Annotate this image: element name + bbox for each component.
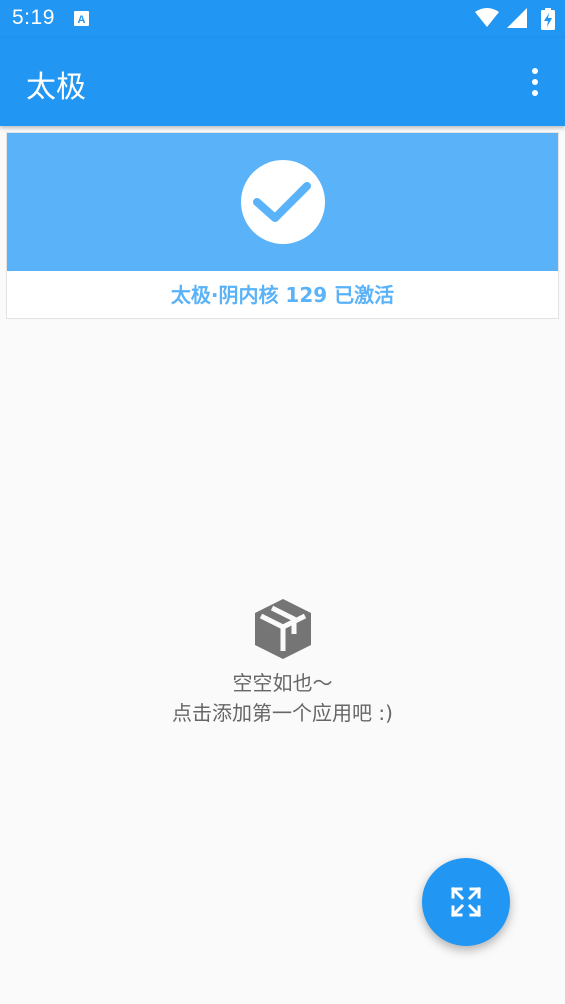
empty-title: 空空如也～ xyxy=(232,671,333,695)
package-icon xyxy=(254,599,311,659)
add-app-fab[interactable] xyxy=(422,858,510,946)
empty-hint: 点击添加第一个应用吧 :) xyxy=(172,701,393,725)
activation-status-text: 太极·阴内核 129 已激活 xyxy=(170,283,395,307)
battery-charging-icon xyxy=(541,8,555,30)
status-bar: 5:19 A xyxy=(0,0,565,38)
status-card-banner xyxy=(7,133,558,271)
status-time: 5:19 xyxy=(12,6,55,29)
check-icon xyxy=(253,182,311,222)
more-vert-icon[interactable] xyxy=(523,64,547,100)
expand-arrows-icon xyxy=(450,886,482,918)
app-bar: 太极 xyxy=(0,38,565,126)
check-circle xyxy=(241,160,325,244)
empty-state: 空空如也～ 点击添加第一个应用吧 :) xyxy=(0,596,565,728)
wifi-icon xyxy=(475,8,499,27)
a-box-icon: A xyxy=(74,11,89,26)
signal-icon xyxy=(507,8,527,28)
app-title: 太极 xyxy=(26,70,86,105)
status-card[interactable]: 太极·阴内核 129 已激活 xyxy=(6,132,559,319)
svg-text:A: A xyxy=(78,14,86,26)
